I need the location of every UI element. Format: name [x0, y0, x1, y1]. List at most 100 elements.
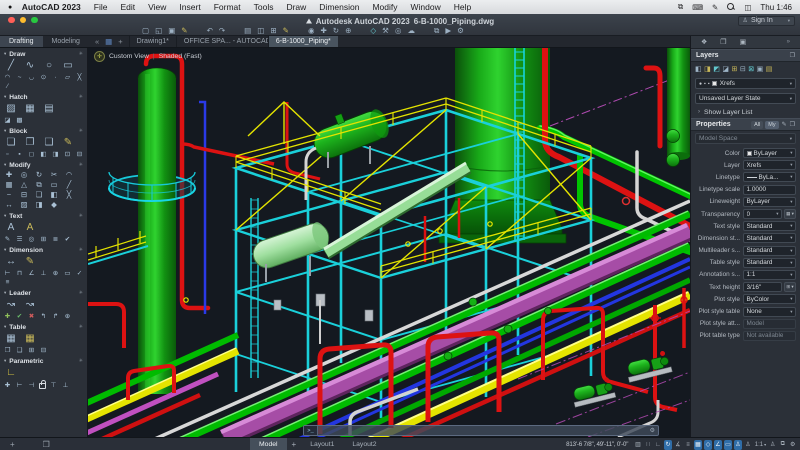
section-gear-icon[interactable]: ✳ — [79, 324, 83, 330]
menu-dimension[interactable]: Dimension — [313, 0, 366, 14]
tools-icon[interactable]: ⚒ — [382, 26, 389, 35]
palette-section-block[interactable]: ▾ Block ✳ — [0, 126, 87, 136]
workspace-tab-drafting[interactable]: Drafting — [0, 36, 43, 47]
pencil-icon[interactable]: ✎ — [712, 3, 718, 12]
draw-tool-icon[interactable]: ○ — [41, 59, 57, 72]
draw-tool-icon[interactable]: ∙ — [51, 73, 60, 81]
table-tool-icon[interactable]: ⊞ — [27, 346, 36, 354]
modify-tool-icon[interactable]: ▭ — [48, 180, 60, 189]
parametric-tool-icon[interactable]: ⊢ — [15, 381, 24, 389]
orbit-icon[interactable]: ↻ — [333, 26, 339, 35]
text-tool-icon[interactable]: ☰ — [15, 235, 24, 243]
property-field-color[interactable]: ByLayer ▾ — [743, 148, 796, 159]
osnap-settings-icon[interactable]: ◇ — [370, 26, 376, 35]
redo-icon[interactable]: ↷ — [219, 26, 225, 35]
draw-tool-icon[interactable]: ◠ — [3, 73, 12, 81]
layer-state-selector[interactable]: Unsaved Layer State ▾ — [695, 93, 796, 104]
clean-screen-icon[interactable]: ⧉ — [779, 440, 788, 450]
visual-style-control[interactable]: Shaded (Fast) — [159, 53, 202, 60]
new-file-icon[interactable]: ▢ — [142, 26, 149, 35]
menu-clock[interactable]: Thu 1:46 — [760, 3, 792, 12]
cloud-icon[interactable]: ☁ — [407, 26, 415, 35]
layer-isolate-icon[interactable]: ⊠ — [748, 65, 754, 73]
block-tool-icon[interactable]: ✎ — [60, 136, 76, 149]
collapse-tabs-icon[interactable]: « — [95, 37, 99, 46]
layer-previous-icon[interactable]: ⊟ — [740, 65, 746, 73]
property-field-annotation-s[interactable]: 1:1 ▾ — [743, 269, 796, 280]
property-field-lineweight[interactable]: ByLayer ▾ — [743, 196, 796, 207]
section-gear-icon[interactable]: ✳ — [79, 94, 83, 100]
modify-tool-icon[interactable]: ▨ — [18, 200, 30, 209]
property-field-transparency[interactable]: 0 ▾ — [743, 209, 782, 220]
workspace-icon[interactable]: ♙ — [769, 440, 778, 450]
text-tool-icon[interactable]: A — [3, 221, 19, 234]
dynamic-ucs-icon[interactable]: ∠ — [713, 439, 723, 450]
annotation-visibility-icon[interactable]: ♙ — [733, 439, 743, 450]
text-tool-icon[interactable]: A — [22, 221, 38, 234]
filter-my-button[interactable]: My — [765, 120, 779, 129]
draw-tool-icon[interactable]: ~ — [15, 73, 24, 81]
layer-merge-icon[interactable]: ▣ — [757, 65, 764, 73]
command-input[interactable] — [318, 426, 647, 435]
leader-tool-icon[interactable]: ↱ — [51, 312, 60, 320]
draw-tool-icon[interactable]: ╱ — [3, 59, 19, 72]
layers-palette-tab[interactable]: ❖ — [701, 38, 707, 46]
dimension-tool-icon[interactable]: ▭ — [63, 269, 72, 277]
menu-format[interactable]: Format — [207, 0, 247, 14]
text-tool-icon[interactable]: ≣ — [51, 235, 60, 243]
page-setup-icon[interactable]: ⊞ — [270, 26, 276, 35]
command-settings-icon[interactable]: ⚙ — [647, 427, 658, 434]
geolocation-icon[interactable]: ⊕ — [345, 26, 351, 35]
modify-tool-icon[interactable]: ◨ — [33, 200, 45, 209]
grid-icon[interactable]: ∷ — [644, 440, 653, 450]
menu-draw[interactable]: Draw — [280, 0, 313, 14]
leader-tool-icon[interactable]: ✖ — [27, 312, 36, 320]
block-tool-icon[interactable]: ◻ — [27, 150, 36, 158]
new-layout-icon[interactable]: + — [10, 440, 15, 449]
new-layout-tab-button[interactable]: + — [287, 438, 302, 450]
snap-icon[interactable]: ▦ — [693, 439, 703, 450]
drawing-canvas[interactable] — [88, 48, 690, 437]
property-field-text-height[interactable]: 3/16" — [743, 282, 782, 293]
table-tool-icon[interactable]: ❐ — [3, 346, 12, 354]
command-line-bar[interactable]: >_ ⚙ — [303, 425, 659, 436]
draw-tool-icon[interactable]: ∿ — [22, 59, 38, 72]
block-tool-icon[interactable]: ⊟ — [75, 150, 84, 158]
parametric-tool-icon[interactable]: ⊥ — [61, 381, 70, 389]
hatch-tool-icon[interactable]: ◪ — [3, 116, 12, 124]
property-field-plot-style-table[interactable]: None ▾ — [743, 306, 796, 317]
save-icon[interactable]: ▣ — [168, 26, 175, 35]
leader-tool-icon[interactable]: ✚ — [3, 312, 12, 320]
constraint-lock-icon[interactable] — [39, 380, 46, 389]
navigation-compass-icon[interactable]: ✛ — [94, 51, 105, 62]
section-gear-icon[interactable]: ✳ — [79, 51, 83, 57]
menu-view[interactable]: View — [142, 0, 173, 14]
parametric-tool-icon[interactable]: ∟ — [3, 366, 19, 379]
block-tool-icon[interactable]: ◨ — [51, 150, 60, 158]
modify-tool-icon[interactable]: ╱ — [63, 180, 75, 189]
undo-icon[interactable]: ↶ — [207, 26, 213, 35]
workspace-tab-modeling[interactable]: Modeling — [43, 36, 89, 47]
paper-space-icon[interactable]: ▥ — [634, 440, 643, 450]
close-window-button[interactable] — [8, 16, 15, 24]
panel-dock-icon[interactable]: ❐ — [790, 121, 795, 128]
hatch-tool-icon[interactable]: ▦ — [22, 102, 38, 115]
parametric-tool-icon[interactable]: ⊣ — [27, 381, 36, 389]
window-icon[interactable]: ⧉ — [434, 26, 439, 35]
draw-tool-icon[interactable]: ⊙ — [39, 73, 48, 81]
palette-section-hatch[interactable]: ▾ Hatch ✳ — [0, 92, 87, 102]
menu-window[interactable]: Window — [404, 0, 447, 14]
dimension-tool-icon[interactable]: ∠ — [27, 269, 36, 277]
section-gear-icon[interactable]: ✳ — [79, 247, 83, 253]
layout-tab-layout1[interactable]: Layout1 — [301, 438, 343, 450]
property-field-dimension-st[interactable]: Standard ▾ — [743, 233, 796, 244]
hatch-tool-icon[interactable]: ▨ — [3, 102, 19, 115]
layer-delete-icon[interactable]: ▤ — [766, 65, 773, 73]
sign-in-button[interactable]: ♙ Sign In ▾ — [737, 15, 795, 26]
block-tool-icon[interactable]: ❏ — [3, 136, 19, 149]
property-field-linetype[interactable]: ByLa... ▾ — [743, 172, 796, 183]
dimension-tool-icon[interactable]: ✓ — [75, 269, 84, 277]
view-name-control[interactable]: Custom View — [109, 53, 149, 60]
draw-tool-icon[interactable]: ▱ — [63, 73, 72, 81]
control-center-icon[interactable]: ◫ — [744, 3, 751, 12]
